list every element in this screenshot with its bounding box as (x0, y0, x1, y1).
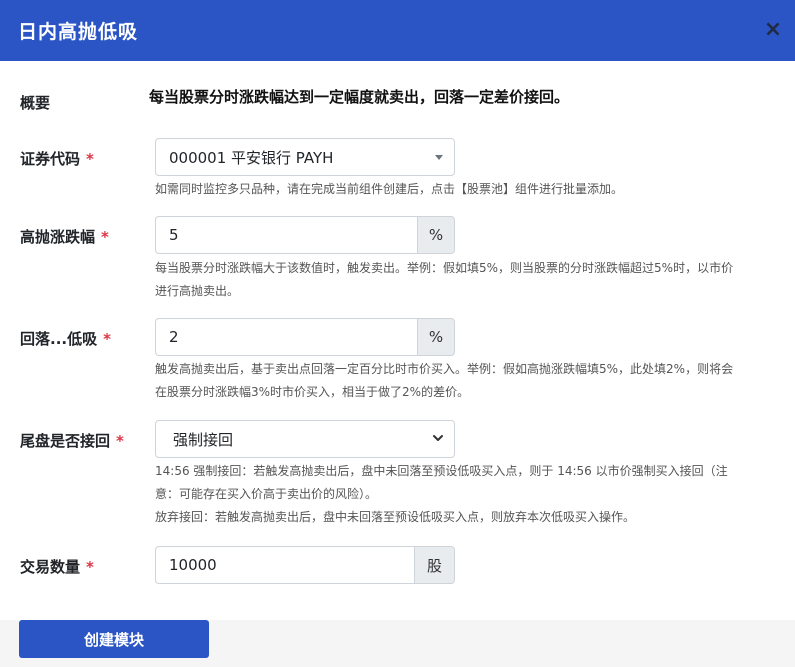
required-marker: * (101, 228, 109, 246)
create-module-button[interactable]: 创建模块 (19, 620, 209, 658)
low-buy-help-line-2: 在股票分时涨跌幅3%时市价买入，相当于做了2%的差价。 (155, 385, 470, 399)
quantity-label-text: 交易数量 (20, 558, 81, 576)
security-code-value: 000001 平安银行 PAYH (169, 148, 334, 167)
required-marker: * (86, 150, 94, 168)
percent-addon: % (417, 216, 455, 254)
chevron-down-icon (433, 435, 443, 441)
security-code-label: 证券代码 * (20, 148, 94, 169)
high-sell-help-line-1: 每当股票分时涨跌幅大于该数值时，触发卖出。举例：假如填5%，则当股票的分时涨跌幅… (155, 261, 734, 275)
shares-addon: 股 (414, 546, 455, 584)
dialog-title: 日内高抛低吸 (18, 21, 139, 43)
close-buyback-help: 14:56 强制接回：若触发高抛卖出后，盘中未回落至预设低吸买入点，则于 14:… (155, 460, 728, 529)
required-marker: * (86, 558, 94, 576)
close-buyback-selected: 强制接回 (173, 430, 234, 449)
low-buy-input-group: 2 % (155, 318, 455, 356)
security-code-label-text: 证券代码 (20, 150, 81, 168)
security-code-select[interactable]: 000001 平安银行 PAYH (155, 138, 455, 176)
low-buy-help-line-1: 触发高抛卖出后，基于卖出点回落一定百分比时市价买入。举例：假如高抛涨跌幅填5%，… (155, 362, 734, 376)
low-buy-input[interactable]: 2 (155, 318, 417, 356)
percent-addon: % (417, 318, 455, 356)
quantity-label: 交易数量 * (20, 556, 94, 577)
close-buyback-help-line-3: 放弃接回：若触发高抛卖出后，盘中未回落至预设低吸买入点，则放弃本次低吸买入操作。 (155, 510, 636, 524)
close-buyback-label: 尾盘是否接回 * (20, 430, 124, 451)
close-icon[interactable]: × (762, 19, 784, 41)
security-code-help: 如需同时监控多只品种，请在完成当前组件创建后，点击【股票池】组件进行批量添加。 (155, 182, 624, 196)
low-buy-help: 触发高抛卖出后，基于卖出点回落一定百分比时市价买入。举例：假如高抛涨跌幅填5%，… (155, 358, 733, 404)
quantity-input-group: 10000 股 (155, 546, 455, 584)
summary-label: 概要 (20, 94, 51, 112)
caret-down-icon (435, 155, 443, 160)
low-buy-label-text: 回落...低吸 (20, 330, 98, 348)
create-module-dialog: 日内高抛低吸 × 概要 每当股票分时涨跌幅达到一定幅度就卖出，回落一定差价接回。… (0, 0, 795, 667)
high-sell-help: 每当股票分时涨跌幅大于该数值时，触发卖出。举例：假如填5%，则当股票的分时涨跌幅… (155, 257, 733, 303)
required-marker: * (103, 330, 111, 348)
high-sell-label: 高抛涨跌幅 * (20, 226, 109, 247)
required-marker: * (116, 432, 124, 450)
close-buyback-help-line-2: 意：可能存在买入价高于卖出价的风险）。 (155, 487, 378, 501)
high-sell-label-text: 高抛涨跌幅 (20, 228, 96, 246)
quantity-input[interactable]: 10000 (155, 546, 414, 584)
summary-text: 每当股票分时涨跌幅达到一定幅度就卖出，回落一定差价接回。 (149, 88, 570, 106)
close-buyback-label-text: 尾盘是否接回 (20, 432, 111, 450)
high-sell-help-line-2: 进行高抛卖出。 (155, 284, 240, 298)
close-buyback-select[interactable]: 强制接回 (155, 420, 455, 458)
low-buy-label: 回落...低吸 * (20, 328, 111, 349)
dialog-header: 日内高抛低吸 × (0, 0, 795, 61)
high-sell-input-group: 5 % (155, 216, 455, 254)
close-buyback-help-line-1: 14:56 强制接回：若触发高抛卖出后，盘中未回落至预设低吸买入点，则于 14:… (155, 464, 728, 478)
high-sell-input[interactable]: 5 (155, 216, 417, 254)
